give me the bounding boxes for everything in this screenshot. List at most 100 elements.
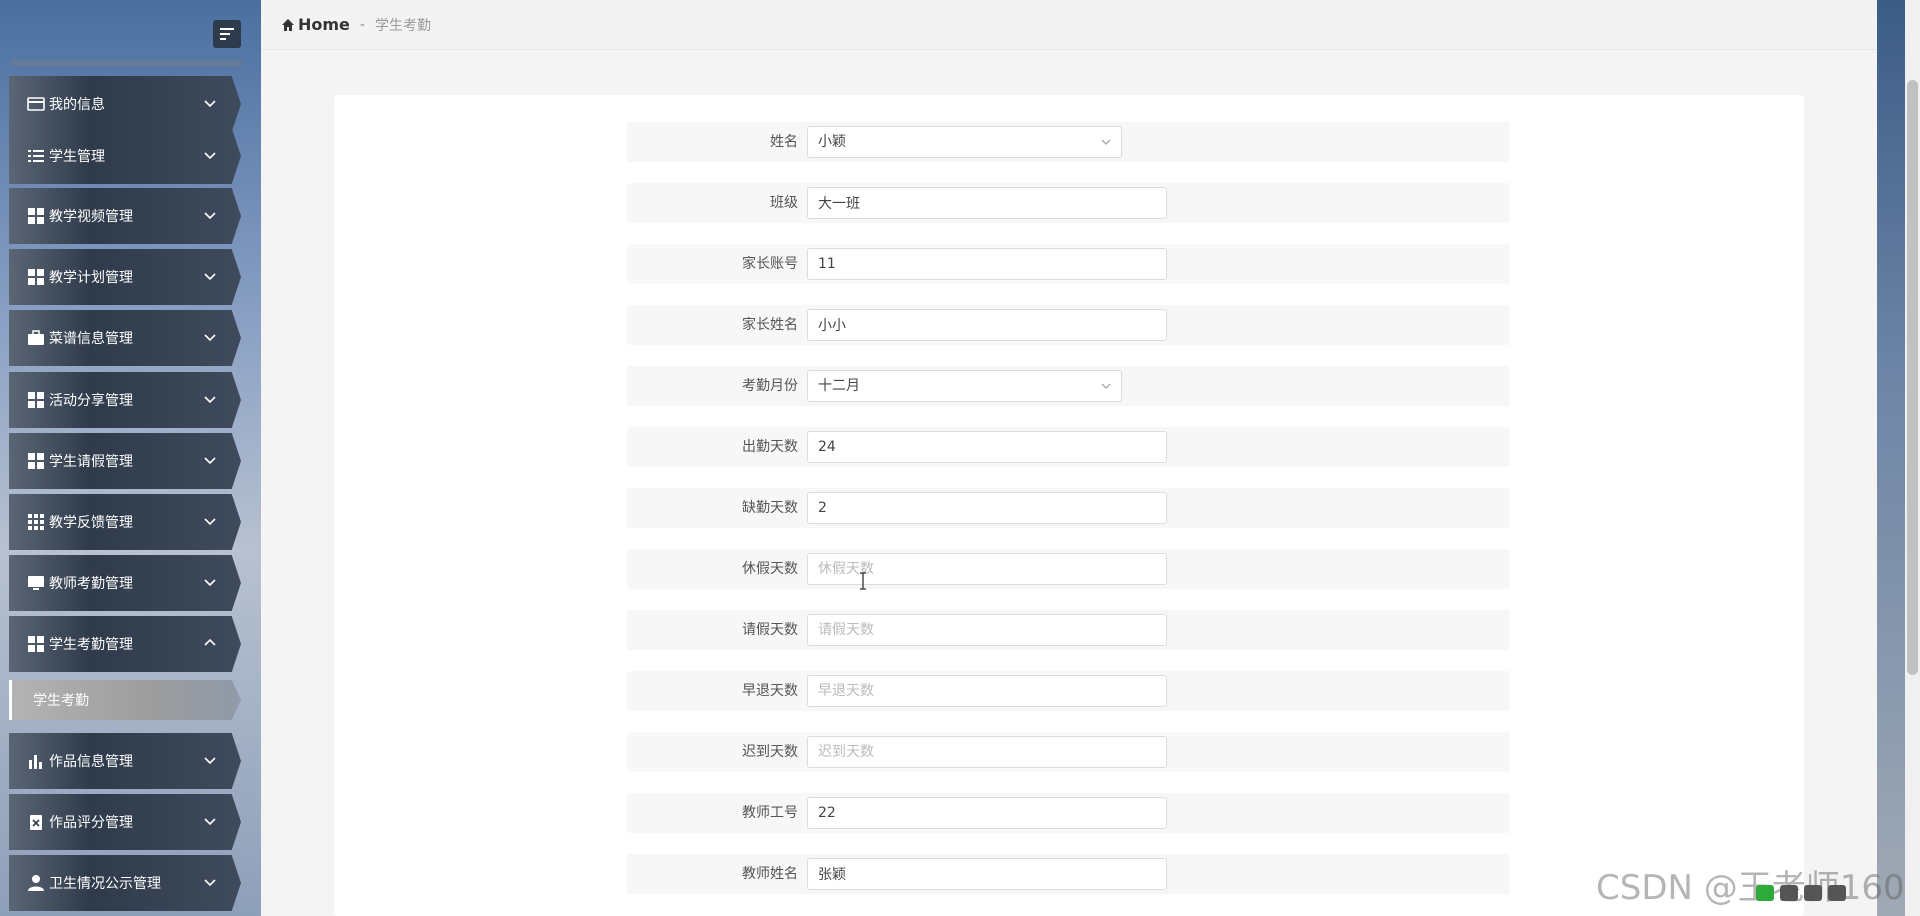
grid-icon	[26, 206, 46, 226]
month-select-value: 十二月	[818, 378, 860, 394]
window-edge	[1877, 0, 1905, 916]
chevron-down-icon	[201, 573, 219, 591]
late-days-label: 迟到天数	[742, 744, 798, 760]
breadcrumb-current: 学生考勤	[374, 17, 431, 34]
scrollbar-thumb[interactable]	[1907, 80, 1918, 675]
sidebar-item-label: 教学计划管理	[49, 270, 133, 286]
sidebar-item-label: 卫生情况公示管理	[49, 876, 161, 892]
grid-icon	[26, 267, 46, 287]
teacher-name-label: 教师姓名	[742, 866, 798, 882]
sidebar-item-plan-mgmt[interactable]: 教学计划管理	[9, 249, 241, 305]
chevron-down-icon	[201, 94, 219, 112]
sidebar-item-label: 学生请假管理	[49, 454, 133, 470]
breadcrumb-home[interactable]: Home	[281, 15, 350, 34]
sidebar-item-student-mgmt[interactable]: 学生管理	[9, 128, 241, 184]
late-days-input[interactable]	[807, 736, 1167, 768]
name-label: 姓名	[770, 134, 798, 150]
chevron-down-icon	[201, 451, 219, 469]
tray-icon[interactable]	[1780, 885, 1798, 901]
menu-toggle-button[interactable]	[213, 20, 241, 48]
sidebar-item-leave-mgmt[interactable]: 学生请假管理	[9, 433, 241, 489]
sidebar-item-label: 我的信息	[49, 97, 105, 113]
class-label: 班级	[770, 195, 798, 211]
grid-icon	[26, 634, 46, 654]
sidebar-item-my-info[interactable]: 我的信息	[9, 76, 241, 132]
tray-icon[interactable]	[1804, 885, 1822, 901]
user-icon	[26, 873, 46, 893]
absence-days-input[interactable]	[807, 492, 1167, 524]
sidebar-item-label: 作品评分管理	[49, 815, 133, 831]
sidebar-item-label: 作品信息管理	[49, 754, 133, 770]
system-tray	[1756, 880, 1876, 906]
teacher-id-input[interactable]	[807, 797, 1167, 829]
grid-icon	[26, 390, 46, 410]
sidebar-item-student-attendance[interactable]: 学生考勤管理	[9, 616, 241, 672]
sidebar-item-works-score[interactable]: 作品评分管理	[9, 794, 241, 850]
month-select[interactable]: 十二月	[807, 370, 1122, 402]
sidebar-item-label: 活动分享管理	[49, 393, 133, 409]
sidebar-item-feedback-mgmt[interactable]: 教学反馈管理	[9, 494, 241, 550]
attendance-days-label: 出勤天数	[742, 439, 798, 455]
sidebar-item-label: 菜谱信息管理	[49, 331, 133, 347]
breadcrumb: Home - 学生考勤	[261, 0, 1877, 50]
sidebar-item-label: 学生考勤管理	[49, 637, 133, 653]
chevron-down-icon	[201, 390, 219, 408]
early-leave-days-label: 早退天数	[742, 683, 798, 699]
sidebar-item-activity-mgmt[interactable]: 活动分享管理	[9, 372, 241, 428]
early-leave-days-input[interactable]	[807, 675, 1167, 707]
class-input[interactable]	[807, 187, 1167, 219]
chevron-down-icon	[201, 267, 219, 285]
menu-lines-icon	[220, 28, 234, 40]
sidebar-item-video-mgmt[interactable]: 教学视频管理	[9, 188, 241, 244]
chevron-down-icon	[201, 328, 219, 346]
chevron-up-icon	[201, 634, 219, 652]
chevron-down-icon	[1101, 139, 1111, 145]
monitor-icon	[26, 573, 46, 593]
sidebar-subitem-label: 学生考勤	[33, 693, 89, 709]
absence-days-label: 缺勤天数	[742, 500, 798, 516]
chevron-down-icon	[201, 812, 219, 830]
parent-account-label: 家长账号	[742, 256, 798, 272]
chevron-down-icon	[1101, 383, 1111, 389]
sidebar-item-teacher-attendance[interactable]: 教师考勤管理	[9, 555, 241, 611]
sidebar-item-label: 教师考勤管理	[49, 576, 133, 592]
sidebar-item-label: 教学反馈管理	[49, 515, 133, 531]
teacher-name-input[interactable]	[807, 858, 1167, 890]
teacher-id-label: 教师工号	[742, 805, 798, 821]
sidebar-item-recipe-mgmt[interactable]: 菜谱信息管理	[9, 310, 241, 366]
grid-3x3-icon	[26, 512, 46, 532]
attendance-days-input[interactable]	[807, 431, 1167, 463]
home-icon	[282, 18, 294, 31]
wallet-icon	[26, 94, 46, 114]
text-cursor-icon	[860, 572, 866, 590]
sidebar-item-works-info[interactable]: 作品信息管理	[9, 733, 241, 789]
month-label: 考勤月份	[742, 378, 798, 394]
chevron-down-icon	[201, 512, 219, 530]
parent-account-input[interactable]	[807, 248, 1167, 280]
clipboard-x-icon	[26, 812, 46, 832]
leave-days-input[interactable]	[807, 614, 1167, 646]
breadcrumb-home-label: Home	[298, 15, 350, 34]
leave-days-label: 请假天数	[742, 622, 798, 638]
ime-icon[interactable]	[1756, 885, 1774, 901]
name-select[interactable]: 小颖	[807, 126, 1122, 158]
parent-name-label: 家长姓名	[742, 317, 798, 333]
vacation-days-label: 休假天数	[742, 561, 798, 577]
chevron-down-icon	[201, 751, 219, 769]
name-select-value: 小颖	[818, 134, 846, 150]
sidebar-separator	[10, 60, 242, 66]
chevron-down-icon	[201, 146, 219, 164]
chevron-down-icon	[201, 873, 219, 891]
breadcrumb-separator: -	[359, 16, 365, 33]
sidebar-item-label: 学生管理	[49, 149, 105, 165]
sidebar-item-hygiene-mgmt[interactable]: 卫生情况公示管理	[9, 855, 241, 911]
briefcase-icon	[26, 328, 46, 348]
parent-name-input[interactable]	[807, 309, 1167, 341]
chevron-down-icon	[201, 206, 219, 224]
sidebar-subitem-student-attendance[interactable]: 学生考勤	[9, 680, 241, 720]
list-icon	[26, 146, 46, 166]
grid-icon	[26, 451, 46, 471]
sidebar-item-label: 教学视频管理	[49, 209, 133, 225]
bar-chart-icon	[26, 751, 46, 771]
keyboard-icon[interactable]	[1828, 885, 1846, 901]
